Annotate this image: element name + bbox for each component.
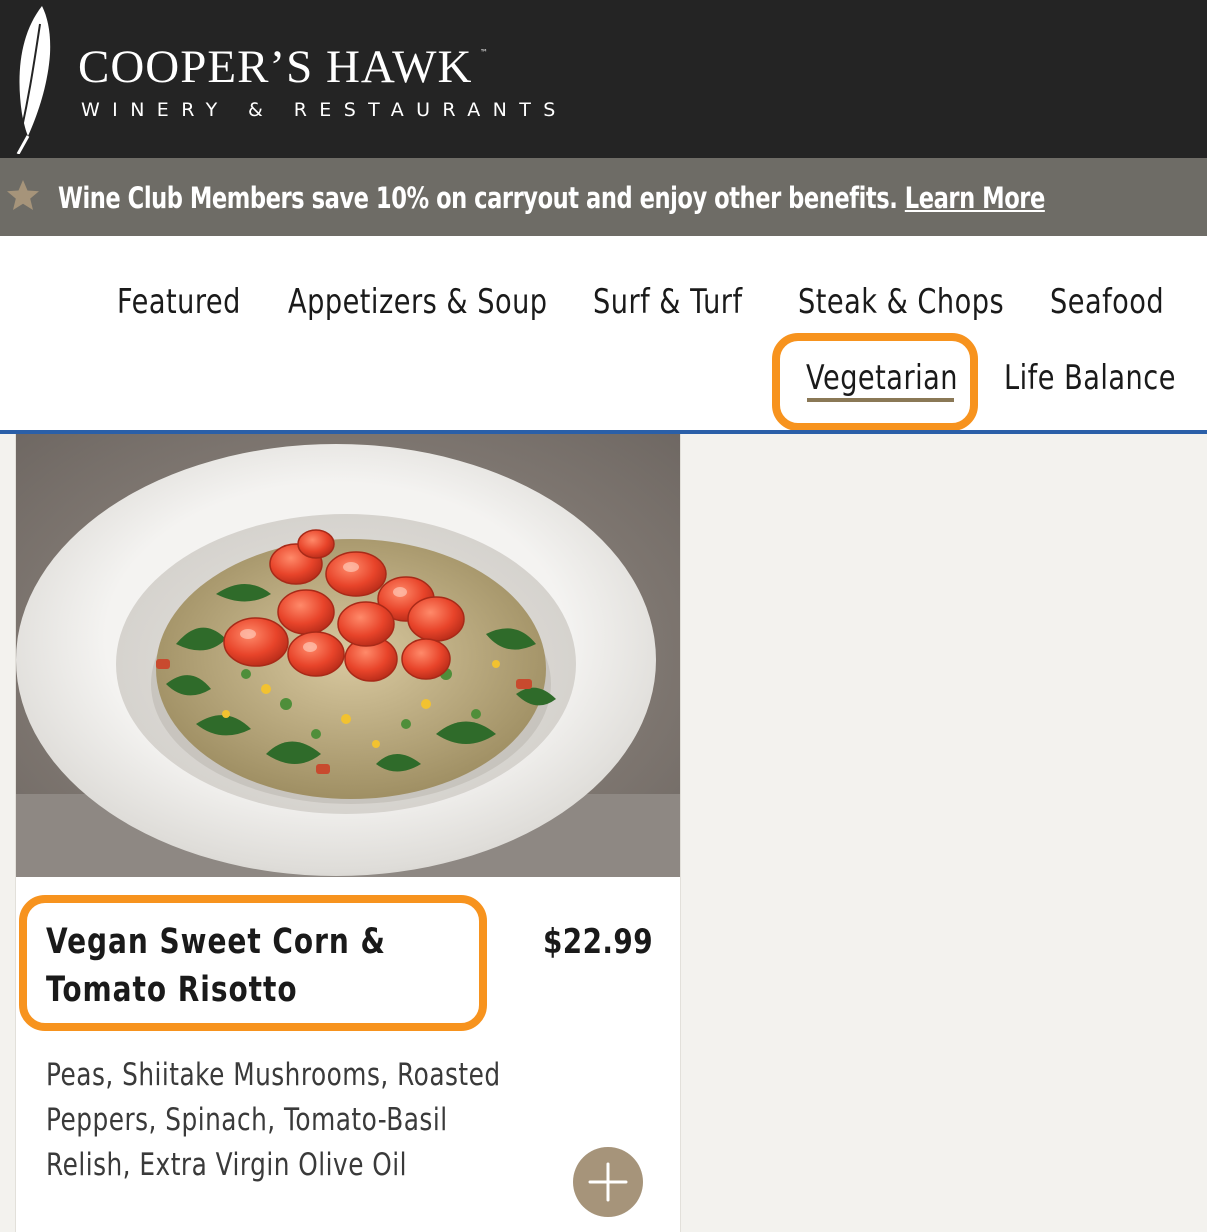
menu-item-description: Peas, Shiitake Mushrooms, Roasted Pepper… (46, 1057, 501, 1183)
site-header: COOPER’S HAWK ™ WINERY & RESTAURANTS (0, 0, 1207, 158)
trademark-symbol: ™ (480, 48, 488, 57)
dish-photo (16, 434, 680, 877)
feather-icon (15, 6, 51, 154)
brand-name[interactable]: COOPER’S HAWK (78, 44, 472, 91)
plus-icon (588, 1162, 628, 1202)
nav-item-appetizers-soup[interactable]: Appetizers & Soup (288, 282, 548, 322)
promo-text: Wine Club Members save 10% on carryout a… (58, 178, 1045, 218)
active-tab-underline (807, 398, 954, 402)
add-to-order-button[interactable] (573, 1147, 643, 1217)
nav-item-surf-turf[interactable]: Surf & Turf (593, 282, 743, 322)
promo-message: Wine Club Members save 10% on carryout a… (58, 181, 905, 215)
brand-subtitle: WINERY & RESTAURANTS (81, 99, 568, 121)
learn-more-link[interactable]: Learn More (905, 181, 1045, 215)
nav-item-seafood[interactable]: Seafood (1050, 282, 1164, 322)
nav-item-steak-chops[interactable]: Steak & Chops (798, 282, 1004, 322)
category-nav (0, 236, 1207, 430)
menu-item-name[interactable]: Vegan Sweet Corn & Tomato Risotto (46, 918, 478, 1014)
nav-item-vegetarian[interactable]: Vegetarian (806, 358, 958, 398)
star-icon (7, 180, 39, 210)
nav-item-featured[interactable]: Featured (117, 282, 241, 322)
nav-item-life-balance[interactable]: Life Balance (1004, 358, 1176, 398)
promo-banner: Wine Club Members save 10% on carryout a… (0, 158, 1207, 236)
menu-item-price: $22.99 (543, 922, 654, 962)
